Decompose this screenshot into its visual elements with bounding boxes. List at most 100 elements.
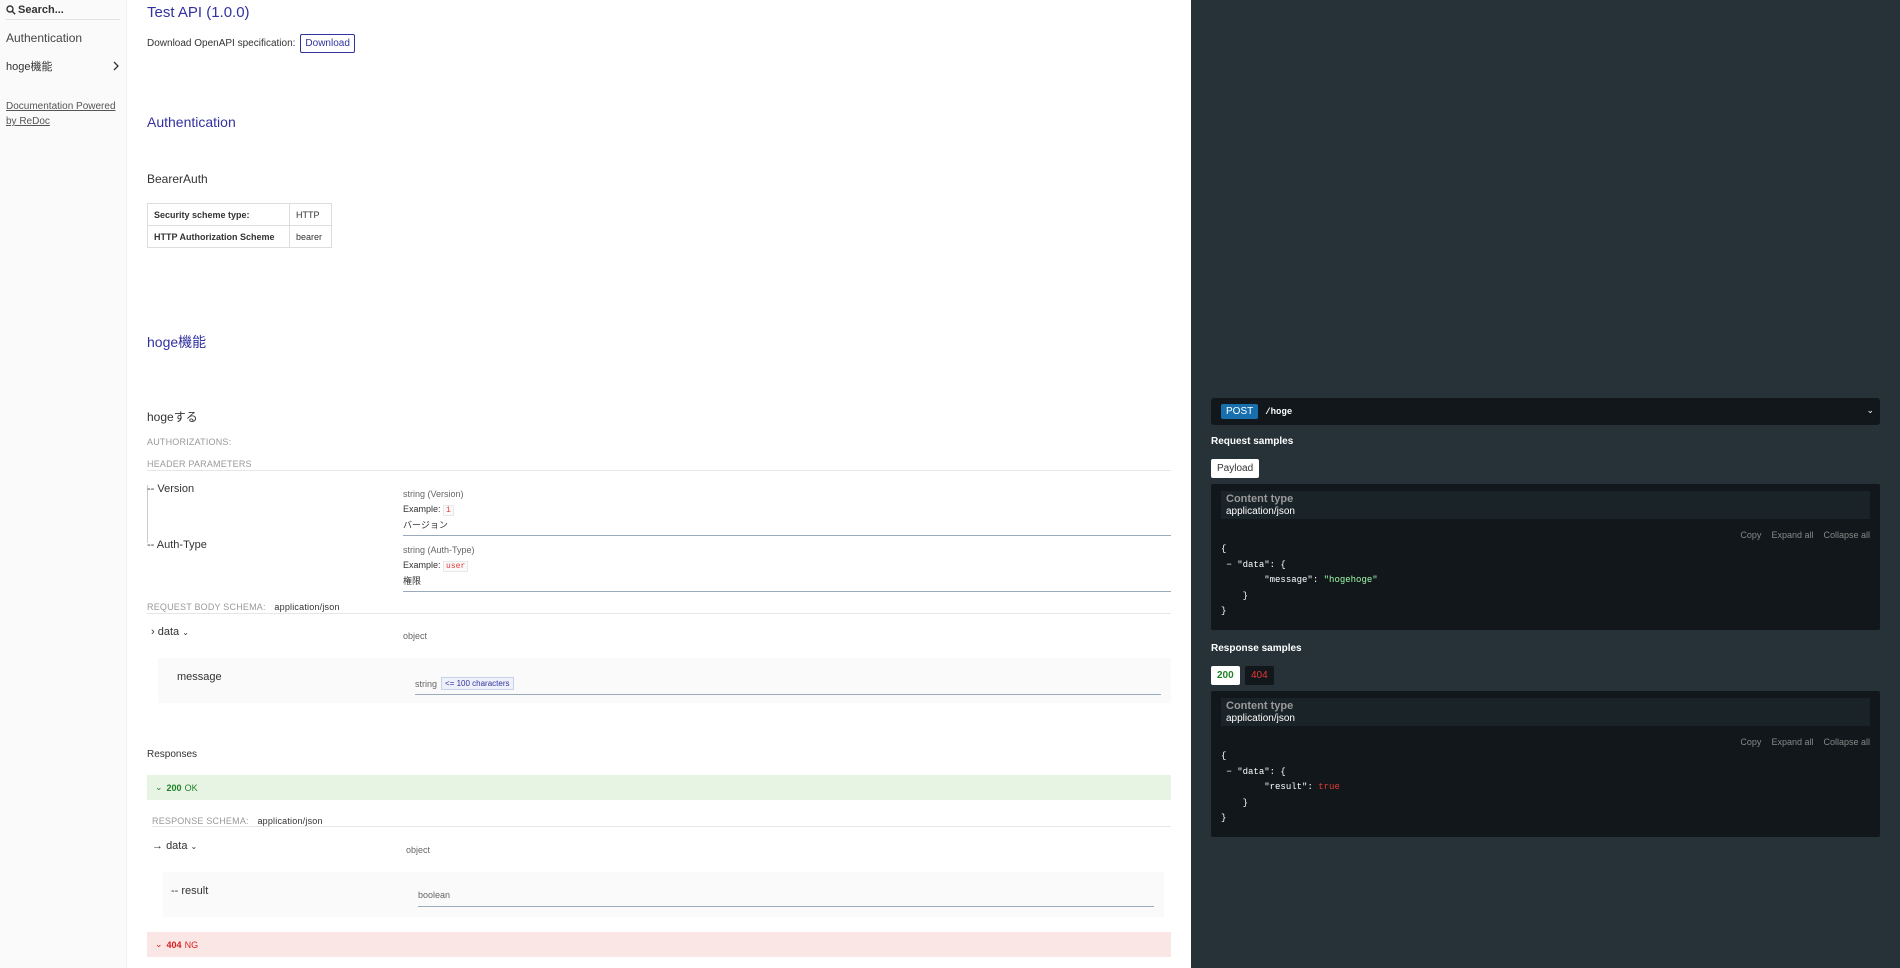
chevron-right-icon — [113, 61, 119, 71]
chevron-down-icon: ⌄ — [155, 782, 163, 792]
copy-button[interactable]: Copy — [1740, 737, 1761, 747]
sidebar: Search... Authentication hoge機能 Document… — [0, 0, 127, 968]
code-line: − "data": { — [1226, 559, 1286, 570]
response-subfield-result: -- result — [171, 885, 209, 897]
endpoint-path: /hoge — [1265, 406, 1293, 417]
param-name: Version — [157, 483, 195, 495]
json-key: "result" — [1264, 782, 1308, 792]
table-cell: bearer — [289, 225, 332, 248]
divider — [403, 591, 1171, 592]
response-code-block: { − "data": { "result": true } } — [1221, 749, 1340, 827]
example-label: Example: — [403, 504, 441, 514]
json-key: "message" — [1264, 575, 1313, 585]
search-input[interactable]: Search... — [18, 4, 64, 16]
content-type-value: application/json — [1226, 506, 1295, 517]
subfield-type: string <= 100 characters — [415, 677, 514, 690]
powered-by-link[interactable]: Documentation Powered by ReDoc — [6, 99, 120, 129]
json-value: "hogehoge" — [1323, 575, 1378, 585]
request-body-label-text: REQUEST BODY SCHEMA: — [147, 602, 266, 612]
code-line: { — [1221, 544, 1227, 554]
code-line: − "data": { — [1226, 766, 1286, 777]
subfield-type-text: string — [415, 678, 438, 689]
field-name: data — [157, 626, 180, 638]
subfield-type: boolean — [418, 890, 451, 900]
collapse-all-button[interactable]: Collapse all — [1823, 737, 1870, 747]
response-code: 200 — [166, 782, 182, 793]
collapse-toggle[interactable]: − — [1226, 560, 1231, 570]
field-name: result — [181, 885, 209, 897]
example-value: user — [443, 561, 469, 572]
expand-all-button[interactable]: Expand all — [1771, 737, 1813, 747]
content-type-select[interactable]: Content type application/json — [1221, 698, 1870, 726]
nested-schema — [158, 658, 1171, 703]
response-200-toggle[interactable]: ⌄ 200 OK — [147, 775, 1171, 800]
method-badge: POST — [1221, 404, 1259, 419]
collapse-toggle[interactable]: − — [1226, 767, 1231, 777]
page-title: Test API (1.0.0) — [147, 4, 250, 21]
sidebar-item-authentication[interactable]: Authentication — [0, 30, 126, 46]
content-type-value: application/json — [1226, 713, 1295, 724]
request-samples-heading: Request samples — [1211, 436, 1294, 447]
code-line: } — [1221, 813, 1227, 823]
param-description: 権限 — [403, 576, 422, 586]
scheme-name: BearerAuth — [147, 172, 208, 186]
param-auth-type: -- Auth-Type — [147, 539, 207, 551]
tab-payload[interactable]: Payload — [1211, 459, 1260, 478]
param-type: string (Auth-Type) — [403, 545, 475, 555]
divider — [418, 906, 1154, 907]
json-key: "data" — [1237, 559, 1270, 570]
response-field-data[interactable]: → data ⌄ — [152, 840, 197, 852]
code-actions: Copy Expand all Collapse all — [1740, 737, 1870, 747]
download-label: Download OpenAPI specification: — [147, 38, 296, 49]
copy-button[interactable]: Copy — [1740, 530, 1761, 540]
json-key: "data" — [1237, 766, 1270, 777]
tag-heading: hoge機能 — [147, 334, 207, 350]
response-schema-type: application/json — [257, 816, 323, 826]
code-line: "result": true — [1264, 782, 1340, 792]
content-type-select[interactable]: Content type application/json — [1221, 491, 1870, 519]
header-params-label: HEADER PARAMETERS — [147, 459, 252, 469]
field-name: data — [166, 840, 188, 852]
request-body-label: REQUEST BODY SCHEMA: application/json — [147, 602, 340, 612]
table-row: HTTP Authorization Scheme bearer — [147, 225, 332, 248]
table-cell: HTTP Authorization Scheme — [147, 225, 290, 248]
sidebar-item-label: Authentication — [6, 31, 83, 45]
collapse-all-button[interactable]: Collapse all — [1823, 530, 1870, 540]
field-type: object — [406, 845, 431, 855]
body-field-data[interactable]: › data ⌄ — [151, 626, 189, 638]
tab-200[interactable]: 200 — [1211, 666, 1240, 685]
samples-panel: POST /hoge ⌄ Request samples Payload Con… — [1191, 0, 1900, 968]
request-sample-box: Content type application/json Copy Expan… — [1211, 484, 1880, 630]
sidebar-item-hoge[interactable]: hoge機能 — [0, 57, 126, 75]
param-description: バージョン — [403, 520, 448, 530]
responses-heading: Responses — [147, 749, 198, 760]
response-code: 404 — [166, 939, 182, 950]
code-line: "message": "hogehoge" — [1264, 575, 1378, 585]
sidebar-item-label: hoge機能 — [6, 61, 53, 73]
search-icon — [6, 5, 16, 15]
param-name: Auth-Type — [156, 539, 207, 551]
response-404-toggle[interactable]: ⌄ 404 NG — [147, 932, 1171, 957]
request-code-block: { − "data": { "message": "hogehoge" } } — [1221, 542, 1378, 620]
param-version: -- Version — [147, 483, 195, 495]
download-button[interactable]: Download — [300, 34, 355, 53]
request-body-type: application/json — [274, 602, 340, 612]
tab-404[interactable]: 404 — [1245, 666, 1274, 685]
divider — [403, 535, 1171, 536]
code-actions: Copy Expand all Collapse all — [1740, 530, 1870, 540]
divider — [415, 694, 1161, 695]
response-schema-label-text: RESPONSE SCHEMA: — [152, 816, 249, 826]
chevron-down-icon: ⌄ — [190, 842, 198, 851]
body-subfield-message: message — [177, 671, 222, 683]
example-value: 1 — [443, 505, 454, 516]
param-example: Example: 1 — [403, 504, 454, 516]
response-sample-box: Content type application/json Copy Expan… — [1211, 691, 1880, 837]
divider — [147, 470, 1171, 471]
expand-all-button[interactable]: Expand all — [1771, 530, 1813, 540]
search-box[interactable]: Search... — [6, 2, 120, 20]
response-text: NG — [184, 939, 199, 950]
divider — [152, 826, 1171, 827]
operation-title: hogeする — [147, 410, 198, 424]
nested-schema — [163, 872, 1164, 917]
endpoint-bar[interactable]: POST /hoge ⌄ — [1211, 398, 1880, 425]
